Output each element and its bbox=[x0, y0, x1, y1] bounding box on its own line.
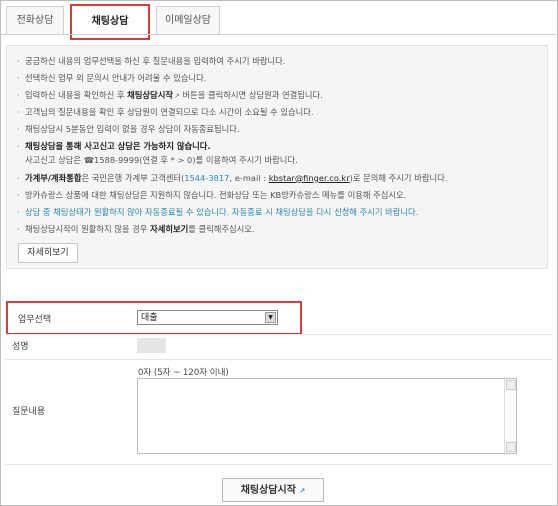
email-link[interactable]: kbstar@finger.co.kr bbox=[269, 173, 350, 183]
tab-email-consult[interactable]: 이메일상담 bbox=[156, 6, 220, 35]
notice-item: 선택하신 업무 외 문의시 안내가 어려울 수 있습니다. bbox=[17, 71, 547, 85]
notice-list: 궁금하신 내용의 업무선택을 하신 후 질문내용을 입력하여 주시기 바랍니다.… bbox=[7, 46, 547, 236]
row-divider bbox=[6, 359, 552, 360]
question-label: 질문내용 bbox=[12, 407, 46, 417]
notice-item: 상담 중 채팅상태가 원활하지 않아 자동종료될 수 있습니다. 자동종료 시 … bbox=[17, 205, 547, 219]
char-count: 0자 (5자 ~ 120자 이내) bbox=[138, 368, 229, 378]
notice-item: 고객님의 질문내용을 확인 후 상담원이 연결되므로 다소 시간이 소요될 수 … bbox=[17, 105, 547, 119]
notice-item: 궁금하신 내용의 업무선택을 하신 후 질문내용을 입력하여 주시기 바랍니다. bbox=[17, 54, 547, 68]
more-details-button[interactable]: 자세히보기 bbox=[18, 243, 78, 263]
start-chat-button[interactable]: 채팅상담시작 ↗ bbox=[222, 478, 324, 502]
notice-item: 채팅상담을 통해 사고신고 상담은 가능하지 않습니다.사고신고 상담은 ☎15… bbox=[17, 139, 547, 167]
business-select-label: 업무선택 bbox=[18, 315, 52, 325]
notice-item: 채팅상담시작이 원활하지 않을 경우 자세히보기를 클릭해주십시오. bbox=[17, 222, 547, 236]
external-link-icon: ↗ bbox=[296, 487, 306, 495]
tab-phone-consult[interactable]: 전화상담 bbox=[6, 6, 64, 35]
notice-item: 방카슈랑스 상품에 대한 채팅상담은 지원하지 않습니다. 전화상담 또는 KB… bbox=[17, 188, 547, 202]
tab-divider bbox=[0, 34, 556, 35]
name-label: 성명 bbox=[12, 342, 29, 352]
row-divider bbox=[6, 464, 552, 465]
dropdown-arrow-icon[interactable]: ▼ bbox=[265, 312, 276, 323]
notice-box: 궁금하신 내용의 업무선택을 하신 후 질문내용을 입력하여 주시기 바랍니다.… bbox=[6, 45, 548, 269]
textarea-scrollbar[interactable] bbox=[504, 379, 516, 453]
question-textarea[interactable] bbox=[137, 378, 517, 454]
business-select-value: 대출 bbox=[141, 313, 158, 323]
notice-item: 채팅상담시 5분동안 입력이 없을 경우 상담이 자동종료됩니다. bbox=[17, 122, 547, 136]
consult-tabs: 전화상담 채팅상담 이메일상담 bbox=[0, 0, 556, 40]
business-select[interactable]: 대출 ▼ bbox=[137, 310, 278, 325]
name-value-masked bbox=[137, 338, 166, 353]
notice-item: 입력하신 내용을 확인하신 후 채팅상담시작↗ 버튼을 클릭하시면 상담원과 연… bbox=[17, 88, 547, 102]
notice-item: 가계부/계좌통합은 국민은행 가계부 고객센터(1544-3817, e-mai… bbox=[17, 171, 547, 185]
row-divider bbox=[6, 334, 552, 335]
scroll-up-icon[interactable] bbox=[506, 380, 516, 390]
scroll-down-icon[interactable] bbox=[506, 442, 516, 452]
